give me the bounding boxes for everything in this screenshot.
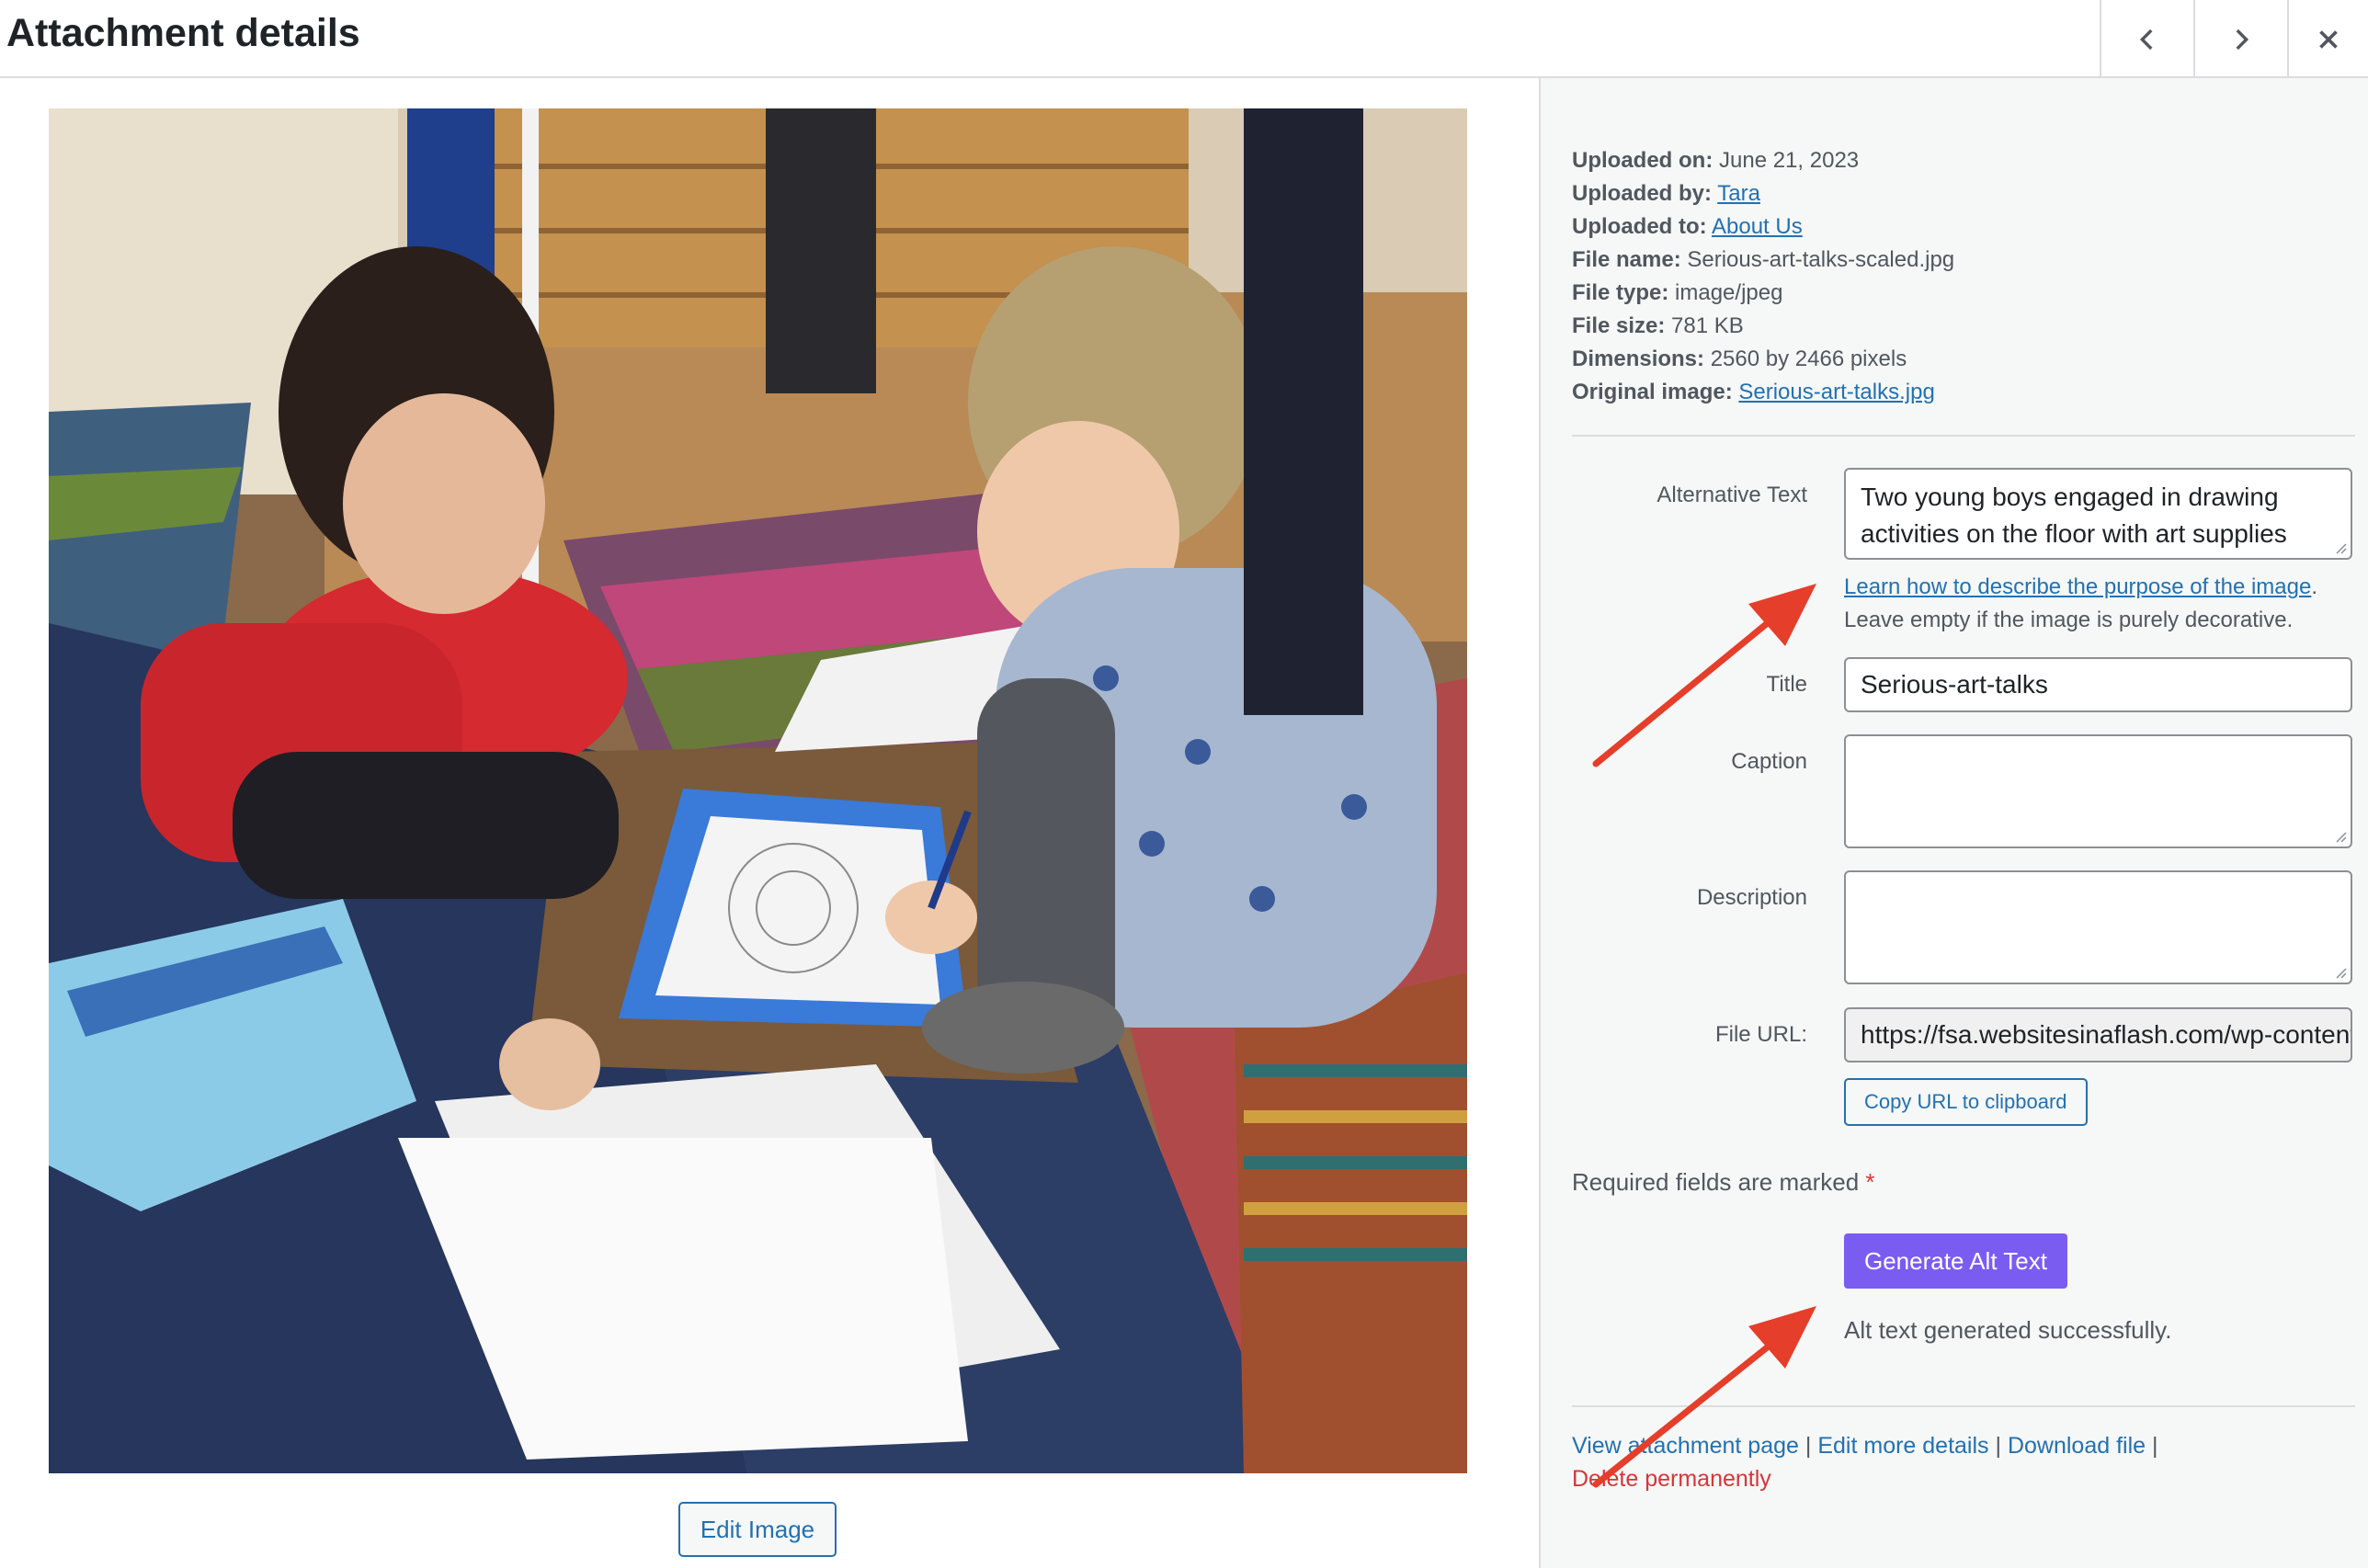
file-size-row: File size: 781 KB (1572, 310, 1954, 343)
file-url-field[interactable]: https://fsa.websitesinaflash.com/wp-cont… (1844, 1007, 2352, 1062)
title-value: Serious-art-talks (1861, 670, 2048, 699)
description-field[interactable] (1844, 870, 2352, 984)
uploaded-on-value: June 21, 2023 (1719, 148, 1860, 173)
uploaded-on-label: Uploaded on: (1572, 148, 1713, 173)
uploaded-by-link[interactable]: Tara (1717, 181, 1760, 206)
chevron-right-icon (2236, 28, 2249, 50)
close-icon (2319, 29, 2338, 49)
uploaded-to-link[interactable]: About Us (1712, 214, 1803, 239)
original-image-link[interactable]: Serious-art-talks.jpg (1738, 380, 1934, 404)
file-url-value: https://fsa.websitesinaflash.com/wp-cont… (1861, 1020, 2352, 1049)
alt-help-link[interactable]: Learn how to describe the purpose of the… (1844, 574, 2311, 599)
file-name-row: File name: Serious-art-talks-scaled.jpg (1572, 244, 1954, 277)
edit-details-link[interactable]: Edit more details (1817, 1433, 1988, 1459)
alt-help-period: . (2311, 574, 2317, 599)
file-size-value: 781 KB (1671, 313, 1744, 338)
close-button[interactable] (2287, 0, 2368, 78)
file-type-label: File type: (1572, 280, 1669, 305)
uploaded-to-row: Uploaded to: About Us (1572, 210, 1954, 244)
file-size-label: File size: (1572, 313, 1666, 338)
file-details: Uploaded on: June 21, 2023 Uploaded by: … (1572, 144, 1954, 409)
edit-image-button[interactable]: Edit Image (678, 1502, 837, 1557)
dimensions-row: Dimensions: 2560 by 2466 pixels (1572, 343, 1954, 376)
caption-field[interactable] (1844, 734, 2352, 848)
file-url-label: File URL: (1714, 1022, 1807, 1047)
required-star: * (1865, 1168, 1875, 1196)
alt-help-text: Leave empty if the image is purely decor… (1844, 608, 2294, 632)
original-image-row: Original image: Serious-art-talks.jpg (1572, 376, 1954, 409)
chevron-left-icon (2139, 28, 2153, 50)
attachment-image (49, 108, 1467, 1473)
file-name-label: File name: (1572, 247, 1681, 272)
resize-handle-icon[interactable] (2334, 830, 2347, 843)
resize-handle-icon[interactable] (2334, 966, 2347, 979)
file-type-row: File type: image/jpeg (1572, 277, 1954, 310)
generate-alt-text-button[interactable]: Generate Alt Text (1844, 1233, 2067, 1289)
next-button[interactable] (2193, 0, 2287, 78)
uploaded-on-row: Uploaded on: June 21, 2023 (1572, 144, 1954, 177)
original-image-label: Original image: (1572, 380, 1733, 404)
alt-text-value: Two young boys engaged in drawing activi… (1861, 483, 2287, 548)
dimensions-label: Dimensions: (1572, 347, 1705, 371)
separator: | (2152, 1433, 2158, 1459)
divider (1572, 435, 2355, 437)
page-title: Attachment details (6, 11, 360, 55)
alt-text-label: Alternative Text (1656, 483, 1807, 507)
title-field[interactable]: Serious-art-talks (1844, 657, 2352, 712)
required-text: Required fields are marked (1572, 1168, 1860, 1196)
resize-handle-icon[interactable] (2334, 541, 2347, 554)
generate-status-message: Alt text generated successfully. (1844, 1316, 2172, 1344)
file-type-value: image/jpeg (1675, 280, 1783, 305)
file-name-value: Serious-art-talks-scaled.jpg (1687, 247, 1955, 272)
separator: | (1995, 1433, 2002, 1459)
annotation-arrow (1592, 1306, 1816, 1488)
attachment-info-sidebar: Uploaded on: June 21, 2023 Uploaded by: … (1539, 78, 2368, 1568)
modal-header: Attachment details (0, 0, 2368, 78)
required-fields-note: Required fields are marked * (1572, 1168, 1875, 1197)
uploaded-by-row: Uploaded by: Tara (1572, 177, 1954, 210)
alt-text-help: Learn how to describe the purpose of the… (1844, 571, 2317, 637)
dimensions-value: 2560 by 2466 pixels (1710, 347, 1907, 371)
uploaded-to-label: Uploaded to: (1572, 214, 1707, 239)
alt-text-field[interactable]: Two young boys engaged in drawing activi… (1844, 468, 2352, 560)
annotation-arrow (1592, 584, 1816, 767)
description-label: Description (1696, 885, 1807, 910)
previous-button[interactable] (2100, 0, 2193, 78)
media-preview-pane: Edit Image (0, 78, 1539, 1568)
copy-url-button[interactable]: Copy URL to clipboard (1844, 1078, 2088, 1126)
download-file-link[interactable]: Download file (2008, 1433, 2146, 1459)
uploaded-by-label: Uploaded by: (1572, 181, 1713, 206)
